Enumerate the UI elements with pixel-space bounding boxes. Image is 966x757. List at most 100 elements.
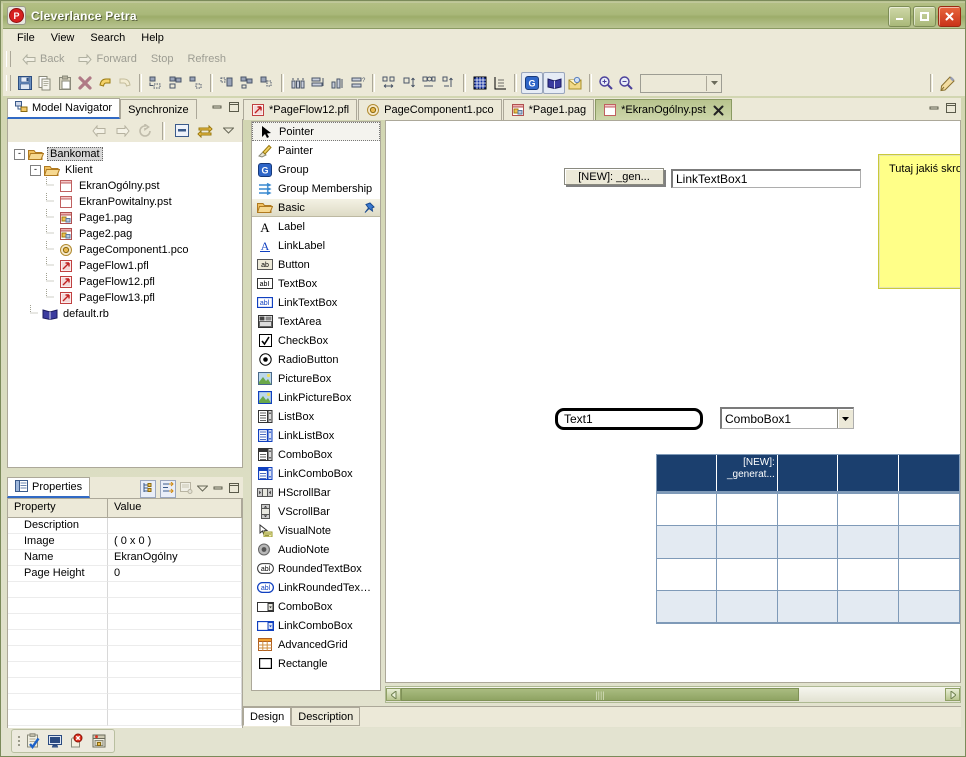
grid-cell[interactable] xyxy=(717,590,778,623)
property-row[interactable]: Page Height 0 xyxy=(8,566,242,582)
pencil-icon[interactable] xyxy=(937,73,957,93)
grid-cell[interactable] xyxy=(898,526,959,559)
align-top-icon[interactable] xyxy=(217,73,237,93)
tree-item-ekranog-lny-pst[interactable]: EkranOgólny.pst xyxy=(10,176,240,194)
property-row[interactable]: Description xyxy=(8,518,242,534)
grid-cell[interactable] xyxy=(777,590,839,623)
tab-synchronize[interactable]: Synchronize xyxy=(120,99,197,119)
copy-icon[interactable] xyxy=(35,73,55,93)
chevron-down-icon[interactable] xyxy=(706,75,721,91)
collapse-all-icon[interactable] xyxy=(172,121,192,141)
tree-expander-icon[interactable]: - xyxy=(30,164,41,176)
distribute-v-icon[interactable] xyxy=(308,73,328,93)
problems-icon[interactable] xyxy=(67,731,87,751)
zoom-in-icon[interactable] xyxy=(596,73,616,93)
link-editor-icon[interactable] xyxy=(195,121,215,141)
grid-cell[interactable] xyxy=(777,558,839,591)
grid-header-cell[interactable] xyxy=(899,455,959,491)
editor-tab-pagecomponent1-pco[interactable]: PageComponent1.pco xyxy=(358,99,502,120)
minimize-button[interactable] xyxy=(888,6,911,27)
paste-icon[interactable] xyxy=(55,73,75,93)
property-value[interactable]: ( 0 x 0 ) xyxy=(108,534,242,550)
categorize-icon[interactable] xyxy=(140,480,156,498)
tree-item-ekranpowitalny-pst[interactable]: EkranPowitalny.pst xyxy=(10,192,240,210)
minimize-icon[interactable] xyxy=(212,482,224,497)
back-button[interactable]: Back xyxy=(15,53,71,65)
distribute-h-icon[interactable] xyxy=(288,73,308,93)
grid-cell[interactable] xyxy=(838,526,899,559)
grid-cell[interactable] xyxy=(657,590,718,623)
menu-item-search[interactable]: Search xyxy=(82,30,133,47)
back-arrow-icon[interactable] xyxy=(89,121,109,141)
grid-cell[interactable] xyxy=(657,526,718,559)
grid-cell[interactable] xyxy=(898,591,959,623)
minimize-icon[interactable] xyxy=(211,101,223,116)
zoom-level-combobox[interactable] xyxy=(640,73,722,93)
grid-cell[interactable] xyxy=(838,494,899,527)
tree-item-pageflow12-pfl[interactable]: PageFlow12.pfl xyxy=(10,272,240,290)
chevron-down-icon[interactable] xyxy=(837,409,853,428)
grid-cell[interactable] xyxy=(657,558,718,591)
grid-scroll-track[interactable] xyxy=(960,473,961,605)
toolbar-grip-2[interactable] xyxy=(6,75,11,91)
grid-cell[interactable] xyxy=(777,526,839,559)
align-left-icon[interactable] xyxy=(146,73,166,93)
grid-row[interactable] xyxy=(657,494,959,527)
view-menu-icon[interactable] xyxy=(196,483,209,495)
align-center-icon[interactable] xyxy=(166,73,186,93)
grid-header-cell[interactable] xyxy=(657,455,718,491)
grid-cell[interactable] xyxy=(898,559,959,591)
navigator-tree[interactable]: - Bankomat - Klient EkranOgólny.pst EkranPowi… xyxy=(7,142,243,468)
ruler-icon[interactable] xyxy=(490,73,510,93)
properties-view-icon[interactable] xyxy=(89,731,109,751)
tree-expander-icon[interactable]: - xyxy=(14,148,25,160)
status-grip[interactable] xyxy=(17,734,21,748)
redo-icon[interactable] xyxy=(115,73,135,93)
refresh-icon[interactable] xyxy=(135,121,155,141)
property-value[interactable]: 0 xyxy=(108,566,242,582)
grid-row[interactable] xyxy=(657,558,959,591)
size-grid-icon[interactable] xyxy=(439,73,459,93)
visual-note[interactable]: Tutaj jakiś skromny tekst xyxy=(878,154,960,289)
size-both-icon[interactable] xyxy=(419,73,439,93)
menu-item-view[interactable]: View xyxy=(43,30,83,47)
align-middle-icon[interactable] xyxy=(237,73,257,93)
link-textbox-1[interactable]: LinkTextBox1 xyxy=(671,169,861,188)
tree-item-klient[interactable]: - Klient xyxy=(10,162,240,178)
design-canvas[interactable]: [NEW]: _gen... LinkTextBox1 Tutaj jakiś … xyxy=(385,120,961,683)
maximize-icon[interactable] xyxy=(945,102,957,117)
property-value[interactable]: EkranOgólny xyxy=(108,550,242,566)
zoom-out-icon[interactable] xyxy=(616,73,636,93)
tab-model-navigator[interactable]: Model Navigator xyxy=(7,98,121,119)
menu-item-file[interactable]: File xyxy=(9,30,43,47)
hscroll-left-button[interactable] xyxy=(386,688,401,701)
properties-table[interactable]: Property Value Description Image( 0 x 0 )… xyxy=(7,498,243,731)
advanced-grid[interactable]: [NEW]: _generat... xyxy=(656,454,961,624)
grid-cell[interactable] xyxy=(717,526,778,559)
grid-cell[interactable] xyxy=(838,590,899,623)
mail-icon[interactable] xyxy=(565,73,585,93)
close-icon[interactable] xyxy=(713,105,724,116)
grid-scroll-thumb[interactable] xyxy=(960,517,961,547)
stop-button[interactable]: Stop xyxy=(144,53,181,65)
tree-item-page2-pag[interactable]: Page2.pag xyxy=(10,224,240,242)
maximize-icon[interactable] xyxy=(228,101,240,116)
minimize-icon[interactable] xyxy=(928,102,940,117)
combobox-1[interactable]: ComboBox1 xyxy=(720,407,854,429)
close-button[interactable] xyxy=(938,6,961,27)
restore-default-icon[interactable] xyxy=(180,481,193,497)
editor-tab--pageflow12-pfl[interactable]: *PageFlow12.pfl xyxy=(243,99,358,120)
space-h-icon[interactable] xyxy=(328,73,348,93)
rounded-textbox[interactable]: Text1 xyxy=(555,408,703,430)
maximize-icon[interactable] xyxy=(228,482,240,497)
tree-item-page1-pag[interactable]: Page1.pag xyxy=(10,208,240,226)
maximize-button[interactable] xyxy=(913,6,936,27)
grid-header-cell[interactable] xyxy=(778,455,839,491)
console-icon[interactable] xyxy=(45,731,65,751)
size-width-icon[interactable] xyxy=(379,73,399,93)
align-bottom-icon[interactable] xyxy=(257,73,277,93)
tab-description[interactable]: Description xyxy=(291,707,361,726)
grid-cell[interactable] xyxy=(777,494,839,527)
toolbar-grip[interactable] xyxy=(6,51,11,67)
menu-item-help[interactable]: Help xyxy=(133,30,172,47)
